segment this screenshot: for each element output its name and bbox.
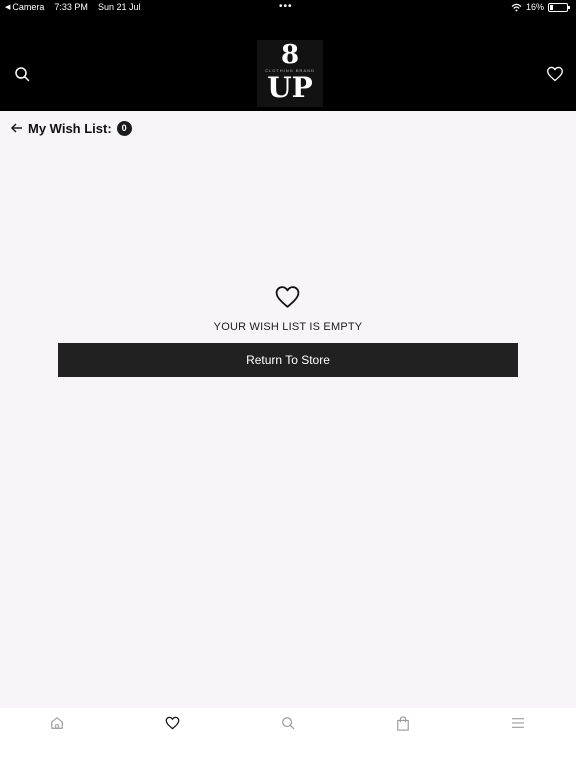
back-app-label[interactable]: Camera (12, 2, 44, 12)
app-header: 8 CLOTHING BRAND UP (0, 16, 576, 111)
nav-cart[interactable] (396, 716, 410, 736)
nav-wishlist[interactable] (165, 716, 180, 735)
back-button[interactable] (11, 123, 23, 133)
logo-word: UP (267, 71, 313, 104)
heart-icon (165, 716, 180, 730)
status-right: 16% (511, 2, 570, 12)
bottom-nav (0, 708, 576, 768)
brand-logo[interactable]: 8 CLOTHING BRAND UP (257, 40, 323, 107)
heart-icon (547, 66, 563, 82)
header-search-button[interactable] (14, 66, 30, 87)
wifi-icon (511, 3, 522, 11)
nav-search[interactable] (281, 716, 295, 735)
bag-icon (397, 716, 409, 731)
battery-level (550, 4, 553, 10)
nav-menu[interactable] (511, 716, 525, 734)
home-icon (51, 717, 63, 729)
wishlist-count-badge: 0 (116, 120, 132, 136)
empty-wishlist-message: YOUR WISH LIST IS EMPTY (213, 321, 363, 333)
search-icon (282, 717, 295, 730)
multitasking-dots[interactable]: ••• (279, 1, 293, 12)
return-to-store-button[interactable]: Return To Store (58, 343, 518, 377)
status-time: 7:33 PM (54, 2, 88, 12)
status-bar: ◀ Camera 7:33 PM Sun 21 Jul ••• 16% (0, 0, 576, 16)
header-wishlist-button[interactable] (546, 66, 564, 87)
heart-icon (275, 286, 300, 308)
nav-home[interactable] (50, 716, 64, 735)
search-icon (15, 67, 30, 82)
battery-percent: 16% (525, 2, 544, 12)
back-to-app-icon[interactable]: ◀ (5, 3, 10, 11)
page-title: My Wish List: (28, 120, 112, 136)
status-date: Sun 21 Jul (97, 2, 141, 12)
battery-icon (548, 2, 570, 12)
status-left: ◀ Camera 7:33 PM Sun 21 Jul (5, 2, 140, 12)
page-title-row: My Wish List: 0 (11, 119, 132, 137)
arrow-left-icon (11, 123, 22, 133)
logo-number: 8 (280, 40, 300, 70)
menu-icon (512, 718, 524, 728)
